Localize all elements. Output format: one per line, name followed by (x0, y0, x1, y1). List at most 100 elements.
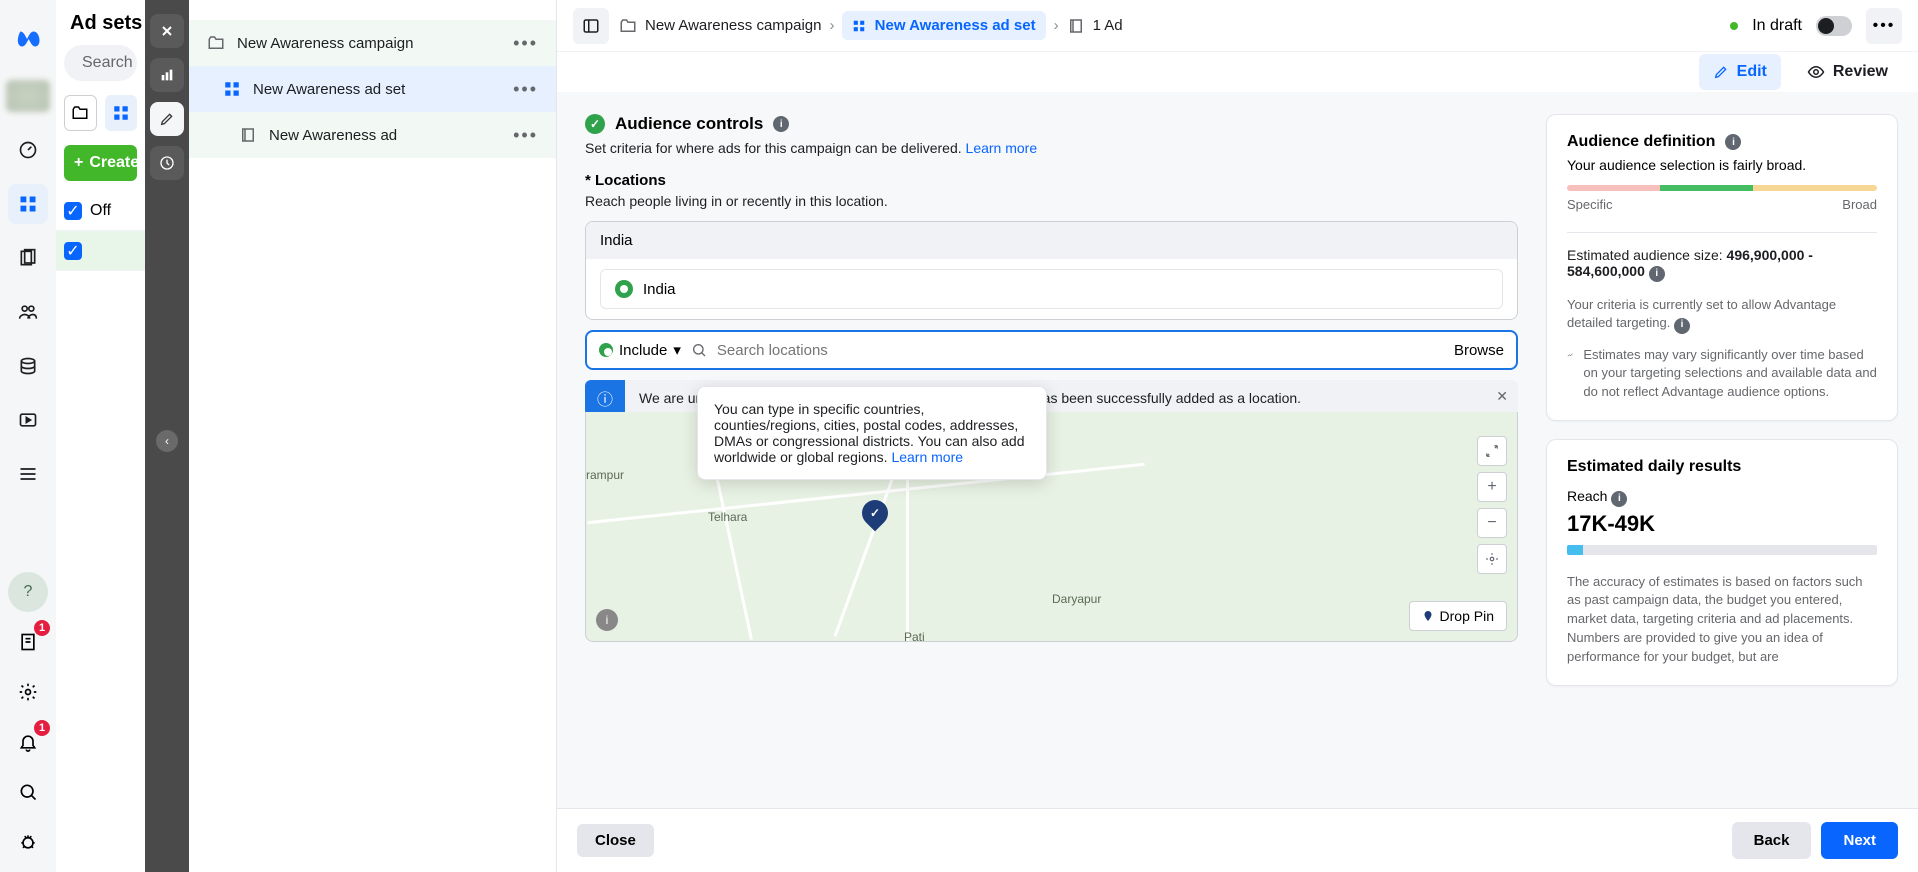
tooltip-learn-more[interactable]: Learn more (891, 449, 963, 465)
status-toggle[interactable] (1816, 16, 1852, 36)
map-zoom-in[interactable]: + (1477, 472, 1507, 502)
chevron-down-icon: ▾ (673, 341, 681, 359)
nav-ads-reporting[interactable] (8, 238, 48, 278)
info-icon[interactable]: i (1649, 266, 1665, 282)
info-icon[interactable]: i (773, 116, 789, 132)
drop-pin-button[interactable]: Drop Pin (1409, 601, 1507, 631)
help-button[interactable]: ? (8, 572, 48, 612)
crumb-adset[interactable]: New Awareness ad set (842, 11, 1045, 40)
footer: Close Back Next (557, 808, 1918, 872)
nav-dashboard[interactable] (8, 130, 48, 170)
nav-audiences[interactable] (8, 292, 48, 332)
include-dropdown[interactable]: Include ▾ (599, 341, 681, 359)
country-chip[interactable]: India (600, 269, 1503, 309)
est-size: Estimated audience size: 496,900,000 - 5… (1567, 247, 1877, 282)
create-label: Create (89, 154, 139, 172)
folder-button[interactable] (64, 95, 97, 131)
crumb-ad[interactable]: 1 Ad (1093, 17, 1123, 34)
collapse-strip[interactable]: ‹ (156, 430, 178, 452)
browse-link[interactable]: Browse (1454, 342, 1504, 359)
more-icon[interactable]: ••• (513, 33, 538, 54)
tree-panel: New Awareness campaign ••• New Awareness… (189, 0, 557, 872)
tree-label: New Awareness campaign (237, 35, 413, 52)
nav-rail (0, 130, 56, 494)
close-button[interactable]: Close (577, 824, 654, 857)
next-button[interactable]: Next (1821, 822, 1898, 859)
adset-row-selected[interactable]: ✓ (56, 231, 145, 271)
tree-campaign[interactable]: New Awareness campaign ••• (189, 20, 556, 66)
search-button[interactable] (8, 772, 48, 812)
history-tool[interactable] (150, 146, 184, 180)
reach-value: 17K-49K (1567, 511, 1877, 537)
crumb-campaign[interactable]: New Awareness campaign (645, 17, 821, 34)
notifications-button[interactable]: 1 (8, 722, 48, 762)
badge: 1 (34, 720, 50, 736)
edit-tab[interactable]: Edit (1699, 54, 1781, 90)
location-search-input[interactable] (717, 342, 1444, 359)
create-button[interactable]: + Create (64, 145, 137, 181)
status-dot (1730, 22, 1738, 30)
edit-tool[interactable] (150, 102, 184, 136)
pin-icon (615, 280, 633, 298)
info-icon[interactable]: i (1674, 318, 1690, 334)
card-title: Estimated daily results (1567, 458, 1741, 476)
reach-label: Reach (1567, 488, 1607, 504)
trend-icon (1567, 346, 1573, 364)
sidebar-toggle[interactable] (573, 8, 609, 44)
row-label: Off (90, 202, 111, 220)
bug-button[interactable] (8, 822, 48, 862)
settings-button[interactable] (8, 672, 48, 712)
search-placeholder: Search (82, 54, 133, 72)
more-icon[interactable]: ••• (513, 125, 538, 146)
search-icon (691, 342, 707, 358)
learn-more-link[interactable]: Learn more (966, 140, 1038, 156)
nav-rail-bottom: ? 1 1 (0, 572, 56, 862)
info-icon: ⓘ (585, 380, 625, 416)
nav-billing[interactable] (8, 346, 48, 386)
country-group: India (586, 222, 1517, 259)
info-icon[interactable]: i (1725, 134, 1741, 150)
map-expand[interactable] (1477, 436, 1507, 466)
structure-button[interactable] (105, 95, 138, 131)
nav-media[interactable] (8, 400, 48, 440)
section-title: Audience controls (615, 114, 763, 134)
close-info[interactable]: ✕ (1496, 388, 1508, 405)
folder-icon (619, 17, 637, 35)
tree-ad[interactable]: New Awareness ad ••• (189, 112, 556, 158)
pin-icon (1422, 610, 1434, 622)
checkbox[interactable]: ✓ (64, 202, 82, 220)
map-zoom-out[interactable]: − (1477, 508, 1507, 538)
main-panel: New Awareness campaign › New Awareness a… (557, 0, 1918, 872)
account-avatar[interactable] (6, 80, 50, 112)
close-strip[interactable] (150, 14, 184, 48)
meta-logo[interactable] (12, 24, 42, 54)
nav-campaigns[interactable] (8, 184, 48, 224)
checkbox[interactable]: ✓ (64, 242, 82, 260)
map-pin[interactable] (857, 495, 894, 532)
map-city: rampur (586, 468, 624, 482)
chevron-icon: › (829, 17, 834, 34)
search-box[interactable]: Search (64, 45, 137, 81)
folder-icon (207, 34, 225, 52)
reach-bar (1567, 545, 1877, 555)
more-icon[interactable]: ••• (513, 79, 538, 100)
adset-row-off[interactable]: ✓ Off (56, 191, 145, 231)
locations-help: Reach people living in or recently in th… (585, 193, 1518, 209)
more-menu[interactable]: ••• (1866, 8, 1902, 44)
back-button[interactable]: Back (1732, 822, 1812, 859)
ad-icon (1067, 17, 1085, 35)
location-search-row: Include ▾ Browse (585, 330, 1518, 370)
info-icon[interactable]: i (1611, 491, 1627, 507)
review-tab[interactable]: Review (1793, 54, 1902, 90)
search-tooltip: You can type in specific countries, coun… (697, 386, 1047, 480)
left-title: Ad sets (56, 12, 145, 45)
map-info[interactable]: i (596, 609, 618, 631)
nav-all-tools[interactable] (8, 454, 48, 494)
tree-adset[interactable]: New Awareness ad set ••• (189, 66, 556, 112)
nav-reports[interactable]: 1 (8, 622, 48, 662)
chart-tool[interactable] (150, 58, 184, 92)
map-city: Pati (904, 630, 925, 642)
map-locate[interactable] (1477, 544, 1507, 574)
map-city: Telhara (708, 510, 747, 524)
ad-icon (239, 126, 257, 144)
